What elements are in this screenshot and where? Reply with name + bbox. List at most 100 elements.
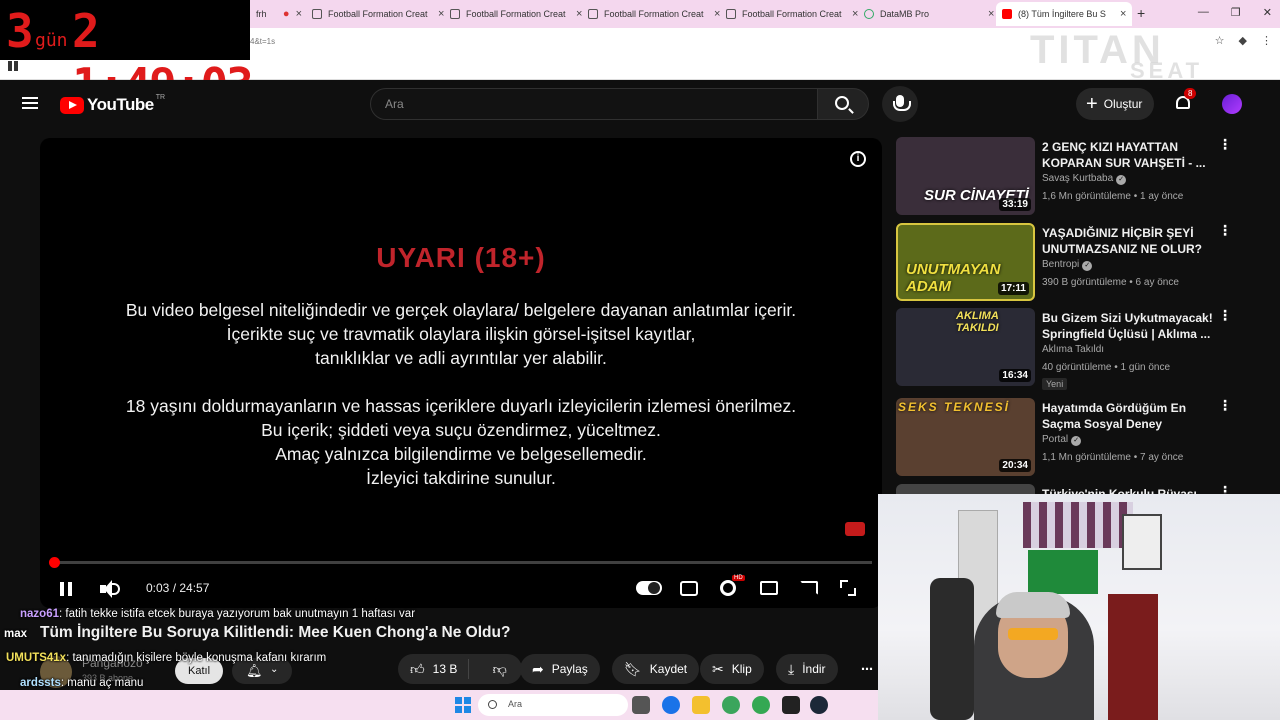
share-button[interactable]: ➦ Paylaş <box>520 654 600 684</box>
search-box[interactable] <box>370 88 818 120</box>
fullscreen-icon[interactable] <box>840 580 856 596</box>
folder-icon[interactable] <box>692 696 710 714</box>
taskbar-search[interactable]: Ara <box>478 694 628 716</box>
video-title[interactable]: Türkiye'nin Korkulu Rüyası - <box>1042 486 1220 494</box>
browser-tab[interactable]: Football Formation Creat × <box>582 2 726 26</box>
search-input[interactable] <box>385 89 805 119</box>
chat-message: max <box>4 628 27 640</box>
recommended-video[interactable]: AKLIMA TAKILDI 16:34 Bu Gizem Sizi Uykut… <box>896 308 1268 390</box>
chrome-profile-icon[interactable] <box>752 696 770 714</box>
tab-title: Football Formation Creat <box>742 9 842 19</box>
channel-name[interactable]: Aklıma Takıldı <box>1042 344 1104 355</box>
video-thumbnail[interactable] <box>896 484 1035 494</box>
minimize-icon[interactable]: — <box>1198 6 1209 19</box>
timer-days-label: gün <box>35 30 68 51</box>
download-label: İndir <box>802 662 826 676</box>
browser-tab-active[interactable]: (8) Tüm İngiltere Bu S × <box>996 2 1133 26</box>
info-icon[interactable]: i <box>850 151 866 167</box>
video-duration: 17:11 <box>997 282 1029 295</box>
close-icon[interactable]: × <box>296 8 302 20</box>
save-label: Kaydet <box>649 662 688 676</box>
video-title[interactable]: YAŞADIĞINIZ HİÇBİR ŞEYİ UNUTMAZSANIZ NE … <box>1042 225 1220 257</box>
video-thumbnail[interactable]: SEKS TEKNESİ 20:34 <box>896 398 1035 476</box>
thumbnail-text: SEKS TEKNESİ <box>898 400 1011 414</box>
create-button[interactable]: + Oluştur <box>1076 88 1155 120</box>
browser-tab[interactable]: Football Formation Creat × <box>720 2 864 26</box>
download-button[interactable]: ⤓ İndir <box>776 654 838 684</box>
more-vert-icon[interactable]: ⋮ <box>1261 34 1272 47</box>
youtube-logo[interactable]: YouTube TR <box>60 94 165 115</box>
scrubber-handle[interactable] <box>48 557 60 568</box>
steam-icon[interactable] <box>810 696 828 714</box>
miniplayer-icon[interactable] <box>760 581 778 595</box>
volume-icon[interactable] <box>100 580 120 598</box>
close-window-icon[interactable]: ✕ <box>1263 6 1272 19</box>
voice-search-button[interactable] <box>882 86 918 122</box>
hamburger-menu-icon[interactable] <box>22 97 38 109</box>
like-button[interactable]: 👍︎ 13 B <box>398 659 470 679</box>
settings-gear-icon[interactable]: HD <box>720 575 745 596</box>
video-title[interactable]: 2 GENÇ KIZI HAYATTAN KOPARAN SUR VAHŞETİ… <box>1042 139 1220 171</box>
chat-text: : tanımadığın kişilere böyle konuşma kaf… <box>66 652 327 664</box>
dislike-button[interactable]: 👎︎ <box>477 661 522 678</box>
channel-name[interactable]: Portal ✓ <box>1042 434 1082 446</box>
youtube-icon <box>1002 9 1012 19</box>
more-vert-icon[interactable]: ⋮ <box>1218 308 1232 322</box>
avatar[interactable] <box>1222 94 1242 114</box>
video-duration: 20:34 <box>999 459 1031 472</box>
tab-title: (8) Tüm İngiltere Bu S <box>1018 9 1106 19</box>
apps-grid-icon[interactable] <box>8 61 18 71</box>
tab-title: DataMB Pro <box>880 9 930 19</box>
browser-tab[interactable]: DataMB Pro × <box>858 2 1000 26</box>
more-vert-icon[interactable]: ⋮ <box>1218 398 1232 412</box>
save-button[interactable]: 🔖︎ Kaydet <box>612 654 700 684</box>
close-icon[interactable]: × <box>1120 8 1126 20</box>
video-duration: 33:19 <box>999 198 1031 211</box>
video-title[interactable]: Hayatımda Gördüğüm En Saçma Sosyal Deney <box>1042 400 1220 432</box>
notifications-button[interactable]: 8 <box>1174 88 1197 112</box>
browser-tab[interactable]: frh ● × <box>250 2 308 26</box>
chat-user: UMUTS41x <box>6 652 67 664</box>
channel-name[interactable]: Savaş Kurtbaba ✓ <box>1042 173 1127 185</box>
url-text[interactable]: 4&t=1s <box>250 37 275 46</box>
record-icon: ● <box>282 8 290 20</box>
recommended-video[interactable]: Türkiye'nin Korkulu Rüyası - ⋮ <box>896 484 1268 494</box>
browser-tab[interactable]: Football Formation Creat × <box>444 2 588 26</box>
channel-text: Portal <box>1042 434 1069 445</box>
recommended-video[interactable]: SEKS TEKNESİ 20:34 Hayatımda Gördüğüm En… <box>896 398 1268 478</box>
browser-tab[interactable]: Football Formation Creat × <box>306 2 450 26</box>
search-button[interactable] <box>817 88 869 120</box>
progress-bar[interactable] <box>48 557 872 568</box>
video-meta: 40 görüntüleme • 1 gün önce <box>1042 362 1171 373</box>
video-title[interactable]: Bu Gizem Sizi Uykutmayacak! Springfield … <box>1042 310 1220 342</box>
video-player[interactable]: i UYARI (18+) Bu video belgesel niteliği… <box>40 138 882 608</box>
windows-start-icon[interactable] <box>455 697 471 713</box>
restore-icon[interactable]: ❐ <box>1231 6 1241 19</box>
video-thumbnail[interactable]: UNUTMAYAN ADAM 17:11 <box>896 223 1035 301</box>
countdown-timer: 3 gün 2 1:49:03 <box>0 0 254 112</box>
youtube-header: YouTube TR + Oluştur 8 <box>0 80 1280 128</box>
autoplay-toggle[interactable] <box>636 581 662 595</box>
task-view-icon[interactable] <box>632 696 650 714</box>
video-thumbnail[interactable]: AKLIMA TAKILDI 16:34 <box>896 308 1035 386</box>
new-tab-button[interactable]: + <box>1137 5 1145 21</box>
cast-icon[interactable] <box>800 581 818 595</box>
chrome-icon[interactable] <box>722 696 740 714</box>
edge-icon[interactable] <box>662 696 680 714</box>
app-icon[interactable] <box>782 696 800 714</box>
channel-watermark-icon[interactable] <box>842 514 870 544</box>
taskbar-search-placeholder: Ara <box>508 699 523 709</box>
subtitles-icon[interactable] <box>680 581 698 596</box>
clip-button[interactable]: ✂ Klip <box>700 654 764 684</box>
recommended-video[interactable]: SUR CİNAYETİ 33:19 2 GENÇ KIZI HAYATTAN … <box>896 137 1268 217</box>
pause-icon[interactable] <box>60 582 72 596</box>
more-vert-icon[interactable]: ⋮ <box>1218 137 1232 151</box>
video-thumbnail[interactable]: SUR CİNAYETİ 33:19 <box>896 137 1035 215</box>
video-meta: 1,6 Mn görüntüleme • 1 ay önce <box>1042 191 1184 202</box>
recommended-video[interactable]: UNUTMAYAN ADAM 17:11 YAŞADIĞINIZ HİÇBİR … <box>896 223 1268 303</box>
chat-user: max <box>4 628 28 640</box>
more-vert-icon[interactable]: ⋮ <box>1218 223 1232 237</box>
close-icon[interactable]: × <box>988 8 994 20</box>
warning-line: Bu içerik; şiddeti veya suçu özendirmez,… <box>261 420 661 440</box>
channel-name[interactable]: Bentropi ✓ <box>1042 259 1093 271</box>
